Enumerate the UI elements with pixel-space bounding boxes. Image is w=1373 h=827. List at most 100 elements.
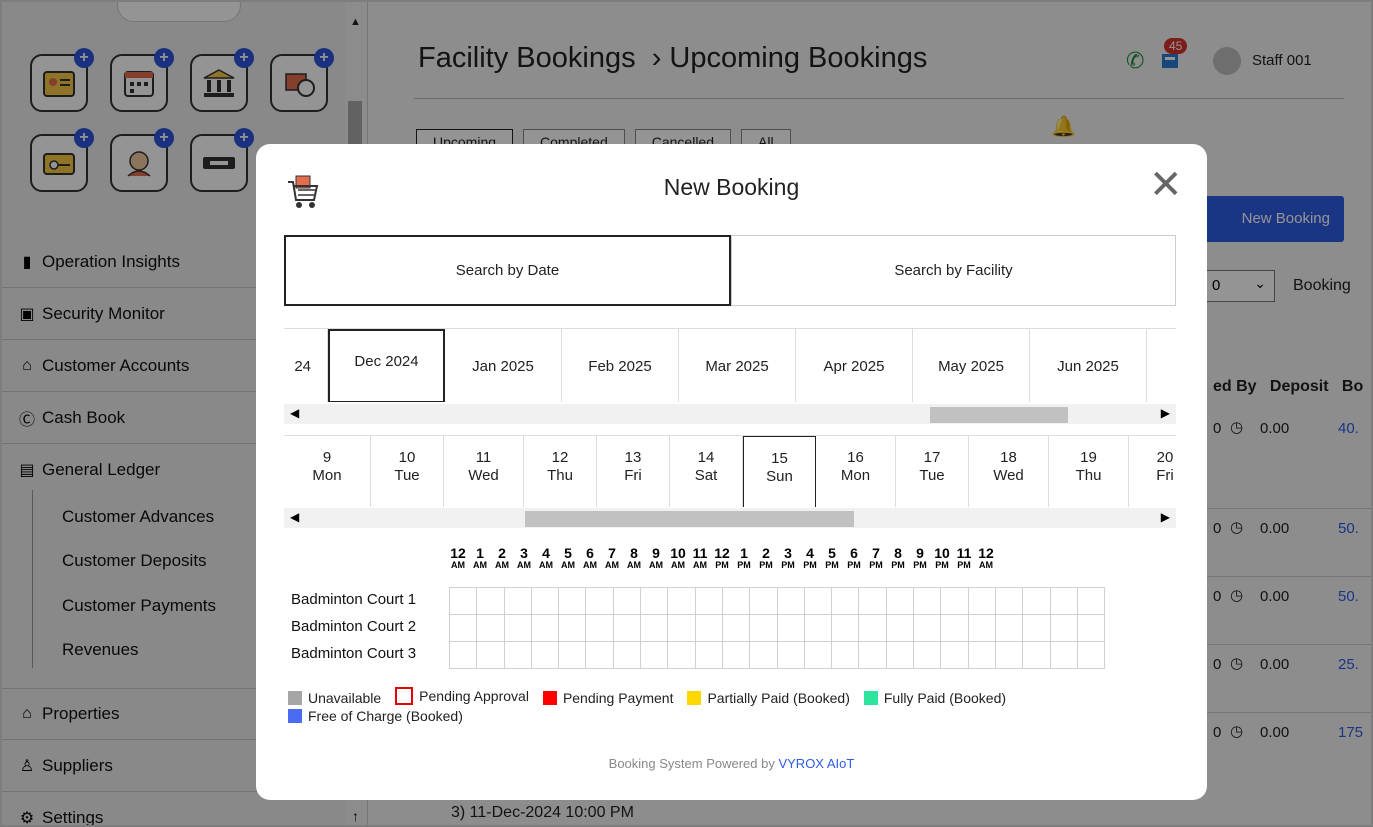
time-slot-cell[interactable] [776,614,805,642]
scroll-left-icon[interactable]: ◀ [290,510,299,524]
day-scrollbar[interactable]: ◀ ▶ [284,508,1176,528]
time-slot-cell[interactable] [776,641,805,669]
time-slot-cell[interactable] [749,614,778,642]
time-slot-cell[interactable] [721,587,751,615]
time-slot-cell[interactable] [1076,614,1106,642]
time-slot-cell[interactable] [1022,587,1051,615]
time-slot-cell[interactable] [967,641,996,669]
time-slot-cell[interactable] [476,641,505,669]
time-slot-cell[interactable] [694,614,723,642]
time-slot-cell[interactable] [530,641,560,669]
time-slot-cell[interactable] [503,641,532,669]
scroll-left-icon[interactable]: ◀ [290,406,299,420]
time-slot-cell[interactable] [967,614,996,642]
time-slot-cell[interactable] [1022,641,1051,669]
day-item[interactable]: 16 Mon [816,436,896,507]
month-item[interactable]: Jun 2025 [1030,329,1147,402]
time-slot-cell[interactable] [994,614,1024,642]
time-slot-cell[interactable] [476,614,505,642]
time-slot-cell[interactable] [1049,641,1078,669]
month-item-selected[interactable]: Dec 2024 [328,329,445,402]
time-slot-cell[interactable] [749,587,778,615]
time-slot-cell[interactable] [612,614,642,642]
scroll-right-icon[interactable]: ▶ [1161,510,1170,524]
brand-link[interactable]: VYROX AIoT [778,756,854,771]
scroll-thumb[interactable] [930,407,1068,423]
scroll-right-icon[interactable]: ▶ [1161,406,1170,420]
time-slot-cell[interactable] [940,641,969,669]
time-slot-cell[interactable] [721,614,751,642]
time-slot-cell[interactable] [585,614,614,642]
day-item[interactable]: 11 Wed [444,436,524,507]
day-item[interactable]: 12 Thu [524,436,597,507]
time-slot-cell[interactable] [913,641,942,669]
time-slot-cell[interactable] [476,587,505,615]
time-slot-cell[interactable] [503,614,532,642]
time-slot-cell[interactable] [803,641,833,669]
day-item[interactable]: 18 Wed [969,436,1049,507]
month-scrollbar[interactable]: ◀ ▶ [284,404,1176,424]
day-item-selected[interactable]: 15 Sun [743,436,816,507]
time-slot-cell[interactable] [858,641,887,669]
time-slot-cell[interactable] [640,614,669,642]
time-slot-cell[interactable] [858,614,887,642]
time-slot-cell[interactable] [558,641,587,669]
time-slot-cell[interactable] [1076,641,1106,669]
time-slot-cell[interactable] [640,641,669,669]
month-item[interactable]: 24 [284,329,328,402]
time-slot-cell[interactable] [721,641,751,669]
time-slot-cell[interactable] [640,587,669,615]
close-icon[interactable]: ✕ [1149,162,1183,208]
time-slot-cell[interactable] [667,587,696,615]
time-slot-cell[interactable] [967,587,996,615]
day-item[interactable]: 20 Fri [1129,436,1176,507]
month-item[interactable]: Jan 2025 [445,329,562,402]
month-item[interactable]: May 2025 [913,329,1030,402]
day-item[interactable]: 14 Sat [670,436,743,507]
time-slot-cell[interactable] [612,587,642,615]
time-slot-cell[interactable] [585,641,614,669]
time-slot-cell[interactable] [858,587,887,615]
time-slot-cell[interactable] [448,587,478,615]
month-item[interactable]: Feb 2025 [562,329,679,402]
time-slot-cell[interactable] [913,614,942,642]
scroll-thumb[interactable] [525,511,854,527]
time-slot-cell[interactable] [940,614,969,642]
time-slot-cell[interactable] [530,614,560,642]
month-item[interactable]: Mar 2025 [679,329,796,402]
month-item[interactable]: Ju [1147,329,1176,402]
time-slot-cell[interactable] [448,614,478,642]
time-slot-cell[interactable] [831,641,860,669]
time-slot-cell[interactable] [1022,614,1051,642]
day-item[interactable]: 9 Mon [284,436,371,507]
day-item[interactable]: 10 Tue [371,436,444,507]
time-slot-cell[interactable] [1076,587,1106,615]
time-slot-cell[interactable] [612,641,642,669]
time-slot-cell[interactable] [885,587,915,615]
time-slot-cell[interactable] [803,587,833,615]
time-slot-cell[interactable] [667,641,696,669]
time-slot-cell[interactable] [749,641,778,669]
time-slot-cell[interactable] [885,641,915,669]
tab-search-by-facility[interactable]: Search by Facility [731,235,1176,306]
time-slot-cell[interactable] [694,587,723,615]
time-slot-cell[interactable] [694,641,723,669]
time-slot-cell[interactable] [1049,614,1078,642]
day-item[interactable]: 19 Thu [1049,436,1129,507]
time-slot-cell[interactable] [831,587,860,615]
time-slot-cell[interactable] [448,641,478,669]
time-slot-cell[interactable] [667,614,696,642]
time-slot-cell[interactable] [803,614,833,642]
time-slot-cell[interactable] [558,587,587,615]
time-slot-cell[interactable] [503,587,532,615]
time-slot-cell[interactable] [530,587,560,615]
month-item[interactable]: Apr 2025 [796,329,913,402]
time-slot-cell[interactable] [558,614,587,642]
time-slot-cell[interactable] [585,587,614,615]
time-slot-cell[interactable] [776,587,805,615]
time-slot-cell[interactable] [885,614,915,642]
time-slot-cell[interactable] [940,587,969,615]
time-slot-cell[interactable] [831,614,860,642]
time-slot-cell[interactable] [1049,587,1078,615]
time-slot-cell[interactable] [913,587,942,615]
